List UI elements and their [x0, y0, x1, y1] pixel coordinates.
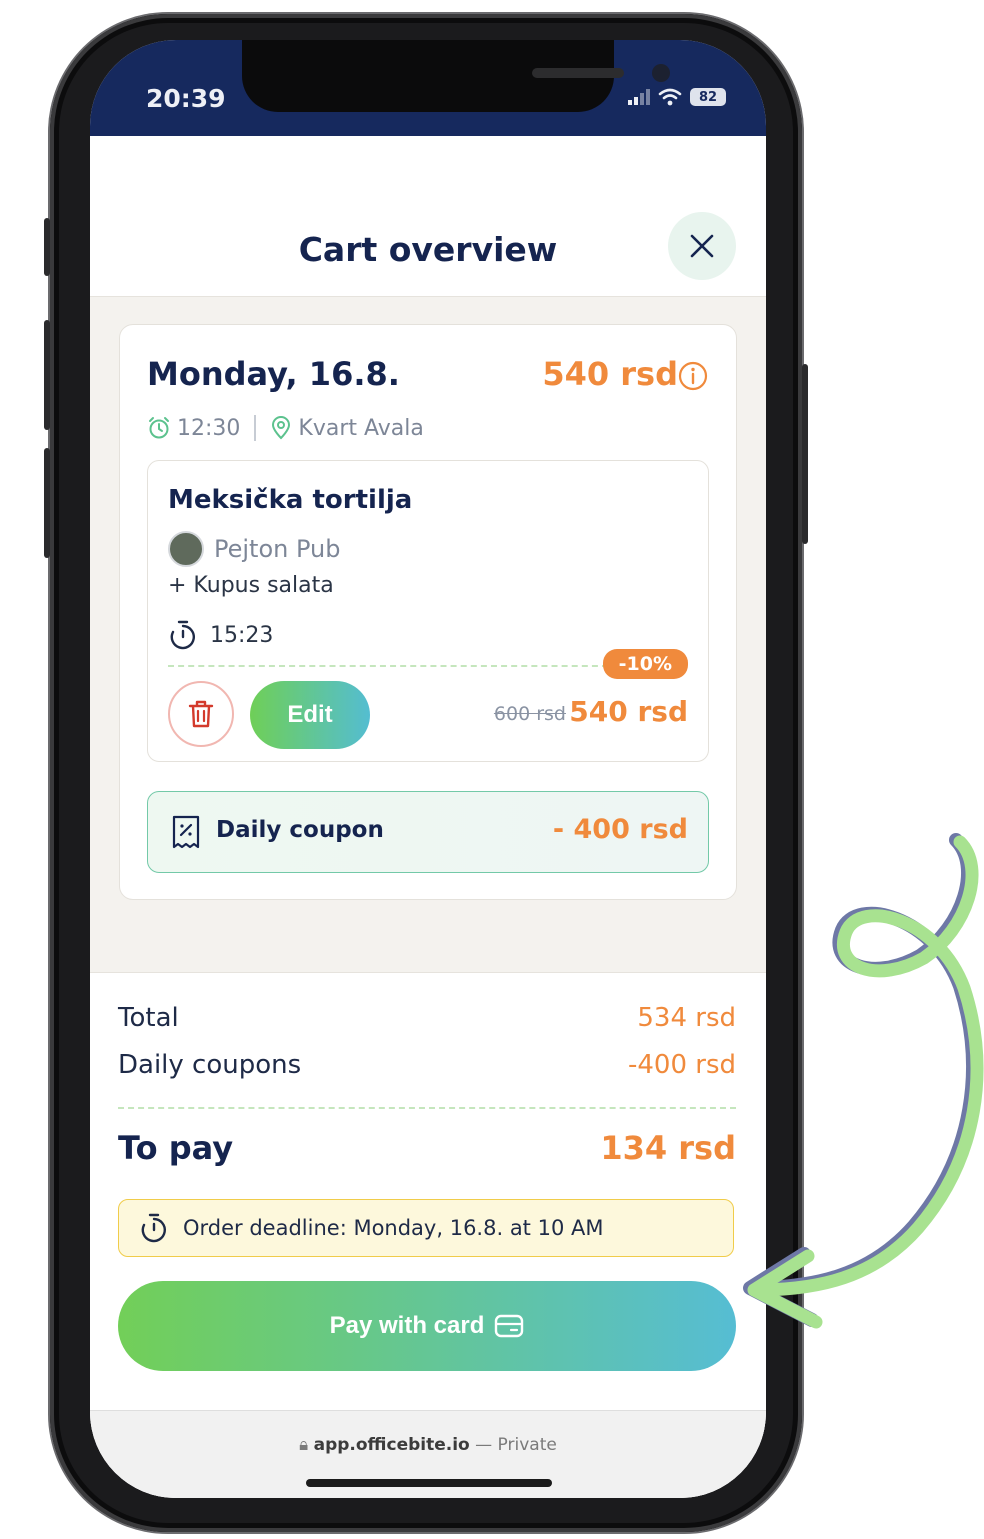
curly-arrow-icon: [743, 833, 984, 1329]
status-time: 20:39: [146, 84, 226, 113]
vendor-name: Pejton Pub: [214, 535, 341, 563]
timer-icon: [141, 1213, 166, 1243]
to-pay-value: 134 rsd: [600, 1129, 736, 1167]
browser-url-bar[interactable]: 🔒︎ app.officebite.io — Private: [90, 1410, 766, 1498]
signal-icon: [628, 89, 650, 105]
coupon-icon: [172, 815, 200, 849]
url-text: 🔒︎ app.officebite.io — Private: [90, 1435, 766, 1455]
home-indicator: [306, 1479, 552, 1487]
page-title: Cart overview: [298, 230, 558, 269]
url-private: — Private: [475, 1435, 557, 1455]
item-timer: 15:23: [168, 619, 273, 651]
timer-value: 15:23: [210, 622, 274, 648]
discounted-price: 540 rsd: [569, 695, 688, 728]
info-icon[interactable]: [678, 361, 708, 391]
daily-coupon-row: Daily coupon - 400 rsd: [147, 791, 709, 873]
total-value: 534 rsd: [637, 1003, 736, 1033]
summary-divider: [118, 1107, 736, 1109]
day-order-card: Monday, 16.8. 540 rsd 12:30 Kvart Avala …: [119, 324, 737, 900]
item-extra: + Kupus salata: [168, 573, 334, 598]
mute-switch: [44, 218, 50, 276]
coupons-label: Daily coupons: [118, 1050, 302, 1080]
original-price: 600 rsd: [493, 703, 566, 725]
lock-icon: 🔒︎: [299, 1435, 309, 1455]
coupons-value: -400 rsd: [627, 1050, 736, 1080]
day-price: 540 rsd: [542, 355, 678, 393]
total-label: Total: [118, 1003, 179, 1033]
url-domain: app.officebite.io: [313, 1435, 470, 1455]
notch: [242, 40, 670, 112]
pickup-location: Kvart Avala: [298, 415, 424, 441]
order-meta: 12:30 Kvart Avala: [147, 415, 424, 441]
phone-screen: 20:39 82 Cart overview Monday, 16.8. 540…: [90, 40, 766, 1498]
speaker: [532, 68, 624, 78]
discount-badge: -10%: [602, 649, 688, 679]
to-pay-label: To pay: [118, 1129, 234, 1167]
order-deadline-notice: Order deadline: Monday, 16.8. at 10 AM: [118, 1199, 734, 1257]
item-divider: [168, 665, 608, 667]
total-row: Total 534 rsd: [118, 1003, 736, 1033]
item-name: Meksička tortilja: [168, 485, 413, 515]
timer-icon: [170, 620, 195, 650]
volume-up-button: [44, 320, 50, 430]
header: Cart overview: [90, 136, 766, 297]
coupon-label: Daily coupon: [216, 817, 384, 843]
status-bar: 20:39 82: [90, 40, 766, 136]
power-button: [802, 364, 808, 544]
location-pin-icon: [272, 416, 291, 440]
coupons-row: Daily coupons -400 rsd: [118, 1050, 736, 1080]
order-day: Monday, 16.8.: [147, 355, 400, 393]
pay-with-card-button[interactable]: Pay with card: [118, 1281, 736, 1371]
status-icons: 82: [628, 88, 726, 106]
credit-card-icon: [495, 1314, 524, 1338]
battery-icon: 82: [690, 88, 726, 106]
trash-icon: [188, 700, 214, 728]
vendor: Pejton Pub: [168, 531, 340, 567]
deadline-text: Order deadline: Monday, 16.8. at 10 AM: [183, 1216, 604, 1240]
close-button[interactable]: [668, 212, 736, 280]
coupon-value: - 400 rsd: [552, 814, 688, 845]
delete-item-button[interactable]: [168, 681, 234, 747]
close-icon: [690, 234, 714, 258]
cart-item: Meksička tortilja Pejton Pub + Kupus sal…: [147, 460, 709, 762]
alarm-clock-icon: [149, 417, 169, 439]
pickup-time: 12:30: [177, 415, 241, 441]
edit-item-button[interactable]: Edit: [250, 681, 370, 749]
vendor-logo: [168, 531, 204, 567]
meta-separator: [254, 415, 257, 441]
pay-label: Pay with card: [329, 1312, 485, 1339]
camera: [652, 64, 670, 82]
volume-down-button: [44, 448, 50, 558]
wifi-icon: [658, 88, 682, 106]
